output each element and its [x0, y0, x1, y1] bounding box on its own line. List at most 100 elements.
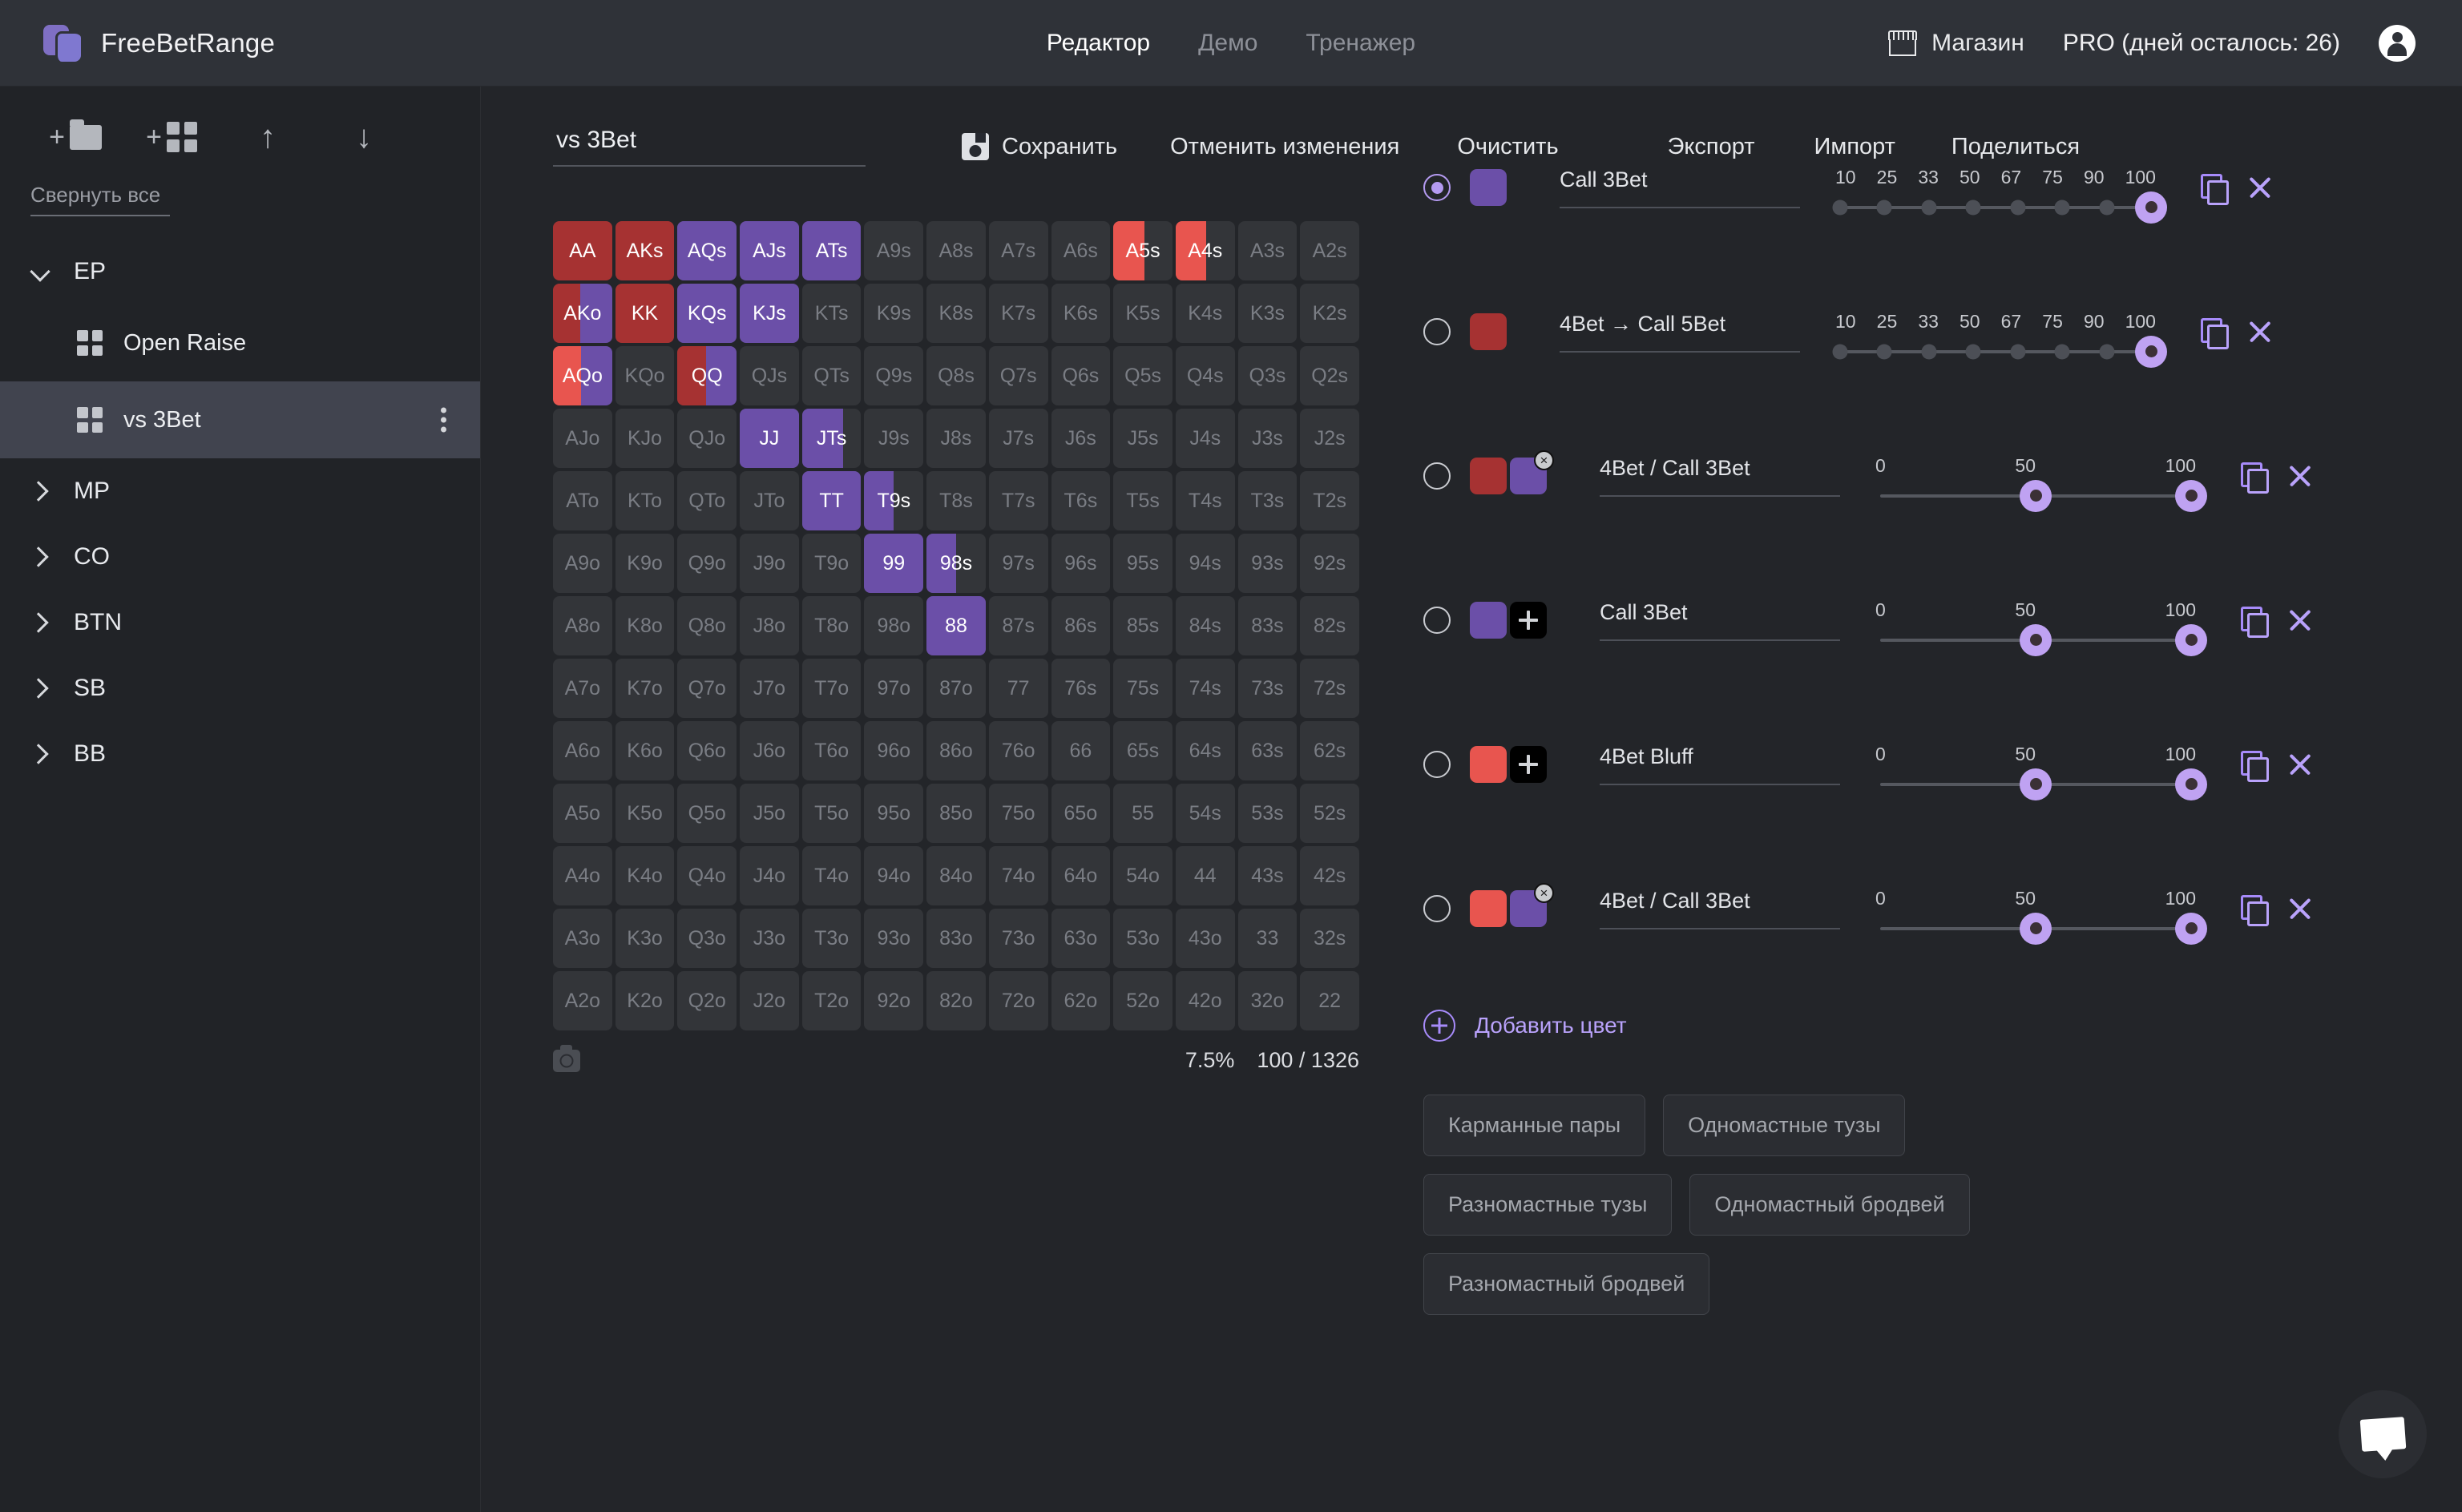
move-up-button[interactable]: ↑ — [220, 109, 316, 165]
hand-cell[interactable]: 66 — [1051, 721, 1111, 780]
slider-handle-high[interactable] — [2175, 768, 2207, 800]
hand-cell[interactable]: 87o — [926, 659, 986, 718]
hand-cell[interactable]: A8s — [926, 221, 986, 280]
slider-tick-dot[interactable] — [1876, 344, 1892, 359]
hand-cell[interactable]: K8o — [615, 596, 675, 655]
hand-cell[interactable]: 54o — [1113, 846, 1172, 905]
tree-folder-btn[interactable]: BTN — [0, 590, 480, 655]
hand-cell[interactable]: K8s — [926, 284, 986, 343]
duplicate-icon[interactable] — [2201, 318, 2229, 349]
hand-cell[interactable]: 97o — [864, 659, 924, 718]
hand-cell[interactable]: 32o — [1237, 971, 1298, 1030]
slider-handle-low[interactable] — [2020, 912, 2052, 945]
hand-cell[interactable]: 52s — [1300, 784, 1359, 843]
hand-cell[interactable]: 96o — [864, 721, 924, 780]
hand-cell[interactable]: KJo — [615, 409, 675, 468]
chat-support-button[interactable] — [2339, 1390, 2427, 1478]
action-name-field[interactable]: Call 3Bet — [1600, 600, 1840, 641]
hand-cell[interactable]: A9o — [553, 534, 612, 593]
hand-cell[interactable]: 75s — [1113, 659, 1172, 718]
hand-cell[interactable]: QTs — [801, 346, 862, 405]
hand-cell[interactable]: A8o — [553, 596, 612, 655]
color-swatch[interactable] — [1470, 313, 1507, 350]
hand-cell[interactable]: A6s — [1051, 221, 1111, 280]
frequency-slider[interactable]: 10 25 33 50 67 75 90 100 — [1832, 311, 2167, 368]
duplicate-icon[interactable] — [2241, 462, 2269, 494]
hand-cell[interactable]: K4o — [615, 846, 675, 905]
add-swatch-button[interactable] — [1510, 746, 1547, 783]
hand-cell[interactable]: J9o — [740, 534, 799, 593]
hand-cell[interactable]: JJ — [740, 409, 799, 468]
hand-cell[interactable]: T6o — [801, 721, 862, 780]
slider-track[interactable] — [1832, 191, 2167, 224]
slider-track[interactable] — [1880, 623, 2207, 656]
hand-cell[interactable]: J7o — [740, 659, 799, 718]
hand-cell[interactable]: 43s — [1237, 846, 1298, 905]
hand-cell[interactable]: Q3s — [1237, 346, 1298, 405]
action-name-field[interactable]: 4Bet / Call 3Bet — [1600, 889, 1840, 929]
hand-cell[interactable]: A2o — [553, 971, 612, 1030]
hand-cell[interactable]: K3s — [1237, 284, 1298, 343]
hand-cell[interactable]: T7s — [988, 471, 1048, 530]
hand-cell[interactable]: A4o — [553, 846, 612, 905]
filter-button[interactable]: Разномастные тузы — [1423, 1174, 1673, 1236]
remove-swatch-icon[interactable]: × — [1534, 883, 1554, 903]
hand-cell[interactable]: T4o — [801, 846, 862, 905]
color-row-radio[interactable] — [1423, 607, 1451, 634]
hand-cell[interactable]: 85s — [1113, 596, 1172, 655]
hand-cell[interactable]: Q9s — [864, 346, 924, 405]
save-button[interactable]: Сохранить — [962, 133, 1117, 160]
hand-cell[interactable]: 73s — [1237, 659, 1298, 718]
hand-cell[interactable]: J6s — [1051, 409, 1111, 468]
color-swatch[interactable] — [1470, 169, 1507, 206]
hand-cell[interactable]: Q5s — [1113, 346, 1172, 405]
duplicate-icon[interactable] — [2241, 895, 2269, 926]
frequency-slider[interactable]: 0 50 100 — [1875, 888, 2207, 945]
hand-cell[interactable]: 53o — [1113, 909, 1172, 968]
slider-handle[interactable] — [2135, 191, 2167, 224]
tree-folder-mp[interactable]: MP — [0, 458, 480, 524]
hand-cell[interactable]: 63o — [1051, 909, 1111, 968]
hand-cell[interactable]: 82o — [926, 971, 986, 1030]
color-swatch[interactable] — [1470, 746, 1507, 783]
hand-cell[interactable]: A9s — [864, 221, 924, 280]
slider-track[interactable] — [1880, 479, 2207, 512]
hand-cell[interactable]: J7s — [988, 409, 1048, 468]
slider-tick-dot[interactable] — [2010, 344, 2026, 359]
hand-cell[interactable]: KK — [615, 284, 675, 343]
frequency-slider[interactable]: 0 50 100 — [1875, 599, 2207, 656]
remove-swatch-icon[interactable]: × — [1534, 450, 1554, 470]
add-range-button[interactable]: + — [123, 109, 220, 165]
hand-cell[interactable]: QJo — [677, 409, 737, 468]
pro-status-label[interactable]: PRO (дней осталось: 26) — [2063, 30, 2340, 57]
color-row-radio[interactable] — [1423, 895, 1451, 922]
hand-cell[interactable]: K4s — [1175, 284, 1235, 343]
hand-cell[interactable]: ATs — [801, 221, 862, 280]
hand-cell[interactable]: 83o — [926, 909, 986, 968]
slider-track[interactable] — [1880, 912, 2207, 945]
hand-cell[interactable]: K7o — [615, 659, 675, 718]
action-name-field[interactable]: 4Bet / Call 3Bet — [1600, 456, 1840, 497]
range-name-input[interactable] — [553, 127, 866, 167]
hand-cell[interactable]: 53s — [1237, 784, 1298, 843]
hand-cell[interactable]: 54s — [1175, 784, 1235, 843]
add-swatch-button[interactable] — [1510, 602, 1547, 639]
hand-cell[interactable]: 32s — [1300, 909, 1359, 968]
hand-cell[interactable]: JTo — [740, 471, 799, 530]
hand-cell[interactable]: Q2s — [1300, 346, 1359, 405]
tree-item-vs-3bet[interactable]: vs 3Bet — [0, 381, 480, 458]
hand-cell[interactable]: T3s — [1237, 471, 1298, 530]
hand-cell[interactable]: J5s — [1113, 409, 1172, 468]
color-swatch[interactable]: × — [1510, 883, 1554, 927]
duplicate-icon[interactable] — [2241, 607, 2269, 638]
hand-cell[interactable]: 42s — [1300, 846, 1359, 905]
close-icon[interactable] — [2247, 175, 2273, 200]
hand-cell[interactable]: T9s — [864, 471, 924, 530]
slider-handle-high[interactable] — [2175, 912, 2207, 945]
hand-cell[interactable]: Q7o — [677, 659, 737, 718]
action-name-field[interactable]: Call 3Bet — [1560, 167, 1800, 208]
hand-cell[interactable]: A7s — [988, 221, 1048, 280]
hand-cell[interactable]: K2o — [615, 971, 675, 1030]
tree-folder-co[interactable]: CO — [0, 524, 480, 590]
hand-cell[interactable]: 22 — [1300, 971, 1359, 1030]
